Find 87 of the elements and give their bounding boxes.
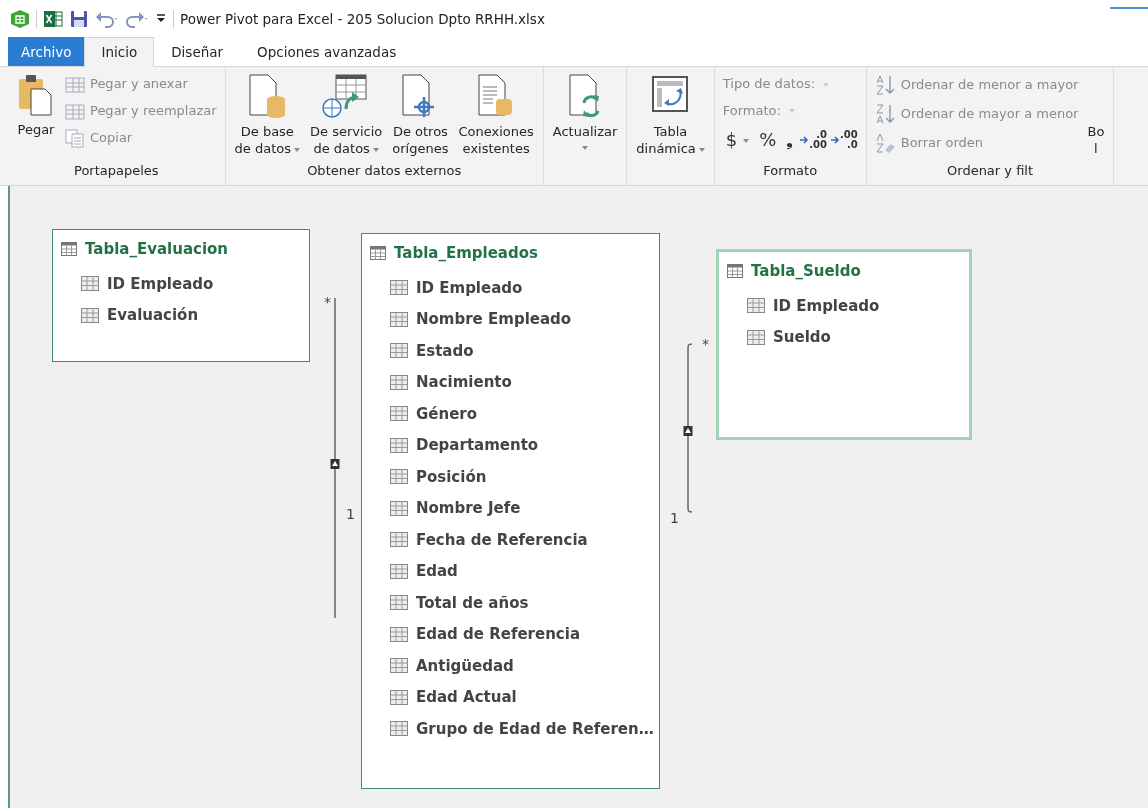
- database-document-icon: [247, 73, 288, 119]
- table-icon: [370, 246, 386, 261]
- ribbon-button[interactable]: Tabla dinámica: [633, 71, 708, 159]
- column-icon: [390, 563, 408, 579]
- column-icon: [81, 307, 99, 323]
- sort-ascending-icon: [874, 74, 897, 96]
- column-icon: [390, 595, 408, 611]
- field-name: Edad Actual: [416, 687, 517, 708]
- field-name: Nacimiento: [416, 372, 512, 393]
- field-name: ID Empleado: [416, 277, 523, 299]
- arrow-icon: [831, 135, 841, 144]
- cardinality-label: *: [324, 293, 331, 312]
- column-icon: [390, 626, 408, 642]
- column-icon: [390, 689, 408, 705]
- column-icon: [390, 721, 408, 737]
- ribbon-button[interactable]: Bo l: [1084, 71, 1108, 159]
- cardinality-label: 1: [670, 509, 679, 528]
- ribbon-button[interactable]: Pegar: [14, 71, 58, 140]
- field-name: Antigüedad: [416, 655, 514, 677]
- column-icon: [390, 658, 408, 674]
- table-icon: [61, 242, 77, 257]
- column-icon: [390, 280, 408, 296]
- table-card[interactable]: [361, 233, 660, 789]
- table-card[interactable]: Tabla_Sueldo ID Empleado Sueldo: [716, 249, 972, 440]
- group-label: Portapapeles: [73, 162, 160, 180]
- field-name: Estado: [416, 340, 474, 362]
- table-card[interactable]: Tabla_Evaluacion ID Empleado Evaluación: [52, 229, 310, 362]
- group-label: Formato: [762, 162, 819, 180]
- field-name: Sueldo: [773, 327, 831, 348]
- clipboard-icon: [17, 73, 55, 117]
- column-icon: [81, 276, 99, 292]
- column-icon: [747, 298, 765, 314]
- field-name: Posición: [416, 466, 487, 488]
- table-replace-icon: [64, 101, 86, 121]
- spreadsheet-icon[interactable]: [43, 9, 63, 29]
- column-icon: [390, 532, 408, 548]
- ribbon-button[interactable]: Actualizar: [549, 71, 621, 152]
- field-name: Género: [416, 403, 478, 425]
- grid-cube-icon[interactable]: [10, 9, 30, 29]
- table-title: Tabla_Sueldo: [751, 261, 861, 282]
- field-name: Evaluación: [107, 305, 199, 326]
- column-icon: [390, 469, 408, 485]
- format-button[interactable]: %: [754, 126, 782, 153]
- field-name: Nombre Jefe: [416, 498, 521, 519]
- field-name: Departamento: [416, 435, 539, 456]
- format-button[interactable]: $: [720, 126, 755, 153]
- eraser-icon: [874, 132, 897, 154]
- format-button[interactable]: ❟: [781, 126, 799, 153]
- table-append-icon: [64, 74, 86, 94]
- ribbon-button[interactable]: De base de datos: [231, 71, 304, 159]
- column-icon: [390, 311, 408, 327]
- decimal-button[interactable]: .0 .00: [798, 129, 830, 150]
- column-icon: [390, 437, 408, 453]
- window-title: Power Pivot para Excel - 205 Solucion Dpto RRHH.xlsx: [180, 9, 545, 29]
- column-icon: [390, 343, 408, 359]
- field-name: ID Empleado: [107, 273, 214, 295]
- group-label: Obtener datos externos: [306, 162, 463, 180]
- ribbon-button[interactable]: De otros orígenes: [389, 71, 452, 159]
- field-name: Total de años: [416, 592, 529, 614]
- group-label: Ordenar y filt: [946, 162, 1035, 180]
- decimal-button[interactable]: .00 .0: [829, 129, 860, 150]
- field-name: ID Empleado: [773, 295, 880, 317]
- ribbon-button[interactable]: De servicio de datos: [307, 71, 386, 159]
- arrow-icon: [800, 135, 810, 144]
- column-icon: [390, 374, 408, 390]
- table-icon: [727, 264, 743, 279]
- ribbon-button[interactable]: Conexiones existentes: [455, 71, 537, 159]
- field-name: Edad de Referencia: [416, 624, 581, 645]
- cardinality-label: 1: [346, 505, 355, 524]
- column-icon: [390, 500, 408, 516]
- cardinality-label: *: [702, 335, 709, 354]
- sort-descending-icon: [874, 103, 897, 125]
- field-name: Grupo de Edad de Referen…: [416, 718, 654, 740]
- ribbon-tab[interactable]: Diseñar: [154, 37, 241, 66]
- field-name: Edad: [416, 561, 458, 582]
- ribbon-tab[interactable]: Opciones avanzadas: [240, 37, 414, 66]
- field-name: Fecha de Referencia: [416, 529, 588, 551]
- table-title: Tabla_Empleados: [394, 243, 538, 264]
- column-icon: [390, 406, 408, 422]
- save-icon[interactable]: [69, 9, 89, 29]
- ribbon-tab[interactable]: Inicio: [84, 37, 155, 67]
- file-tab[interactable]: Archivo: [8, 37, 85, 66]
- field-name: Nombre Empleado: [416, 309, 572, 330]
- table-title: Tabla_Evaluacion: [85, 239, 229, 260]
- column-icon: [747, 329, 765, 345]
- copy-icon: [64, 128, 86, 148]
- redo-icon[interactable]: [125, 9, 149, 29]
